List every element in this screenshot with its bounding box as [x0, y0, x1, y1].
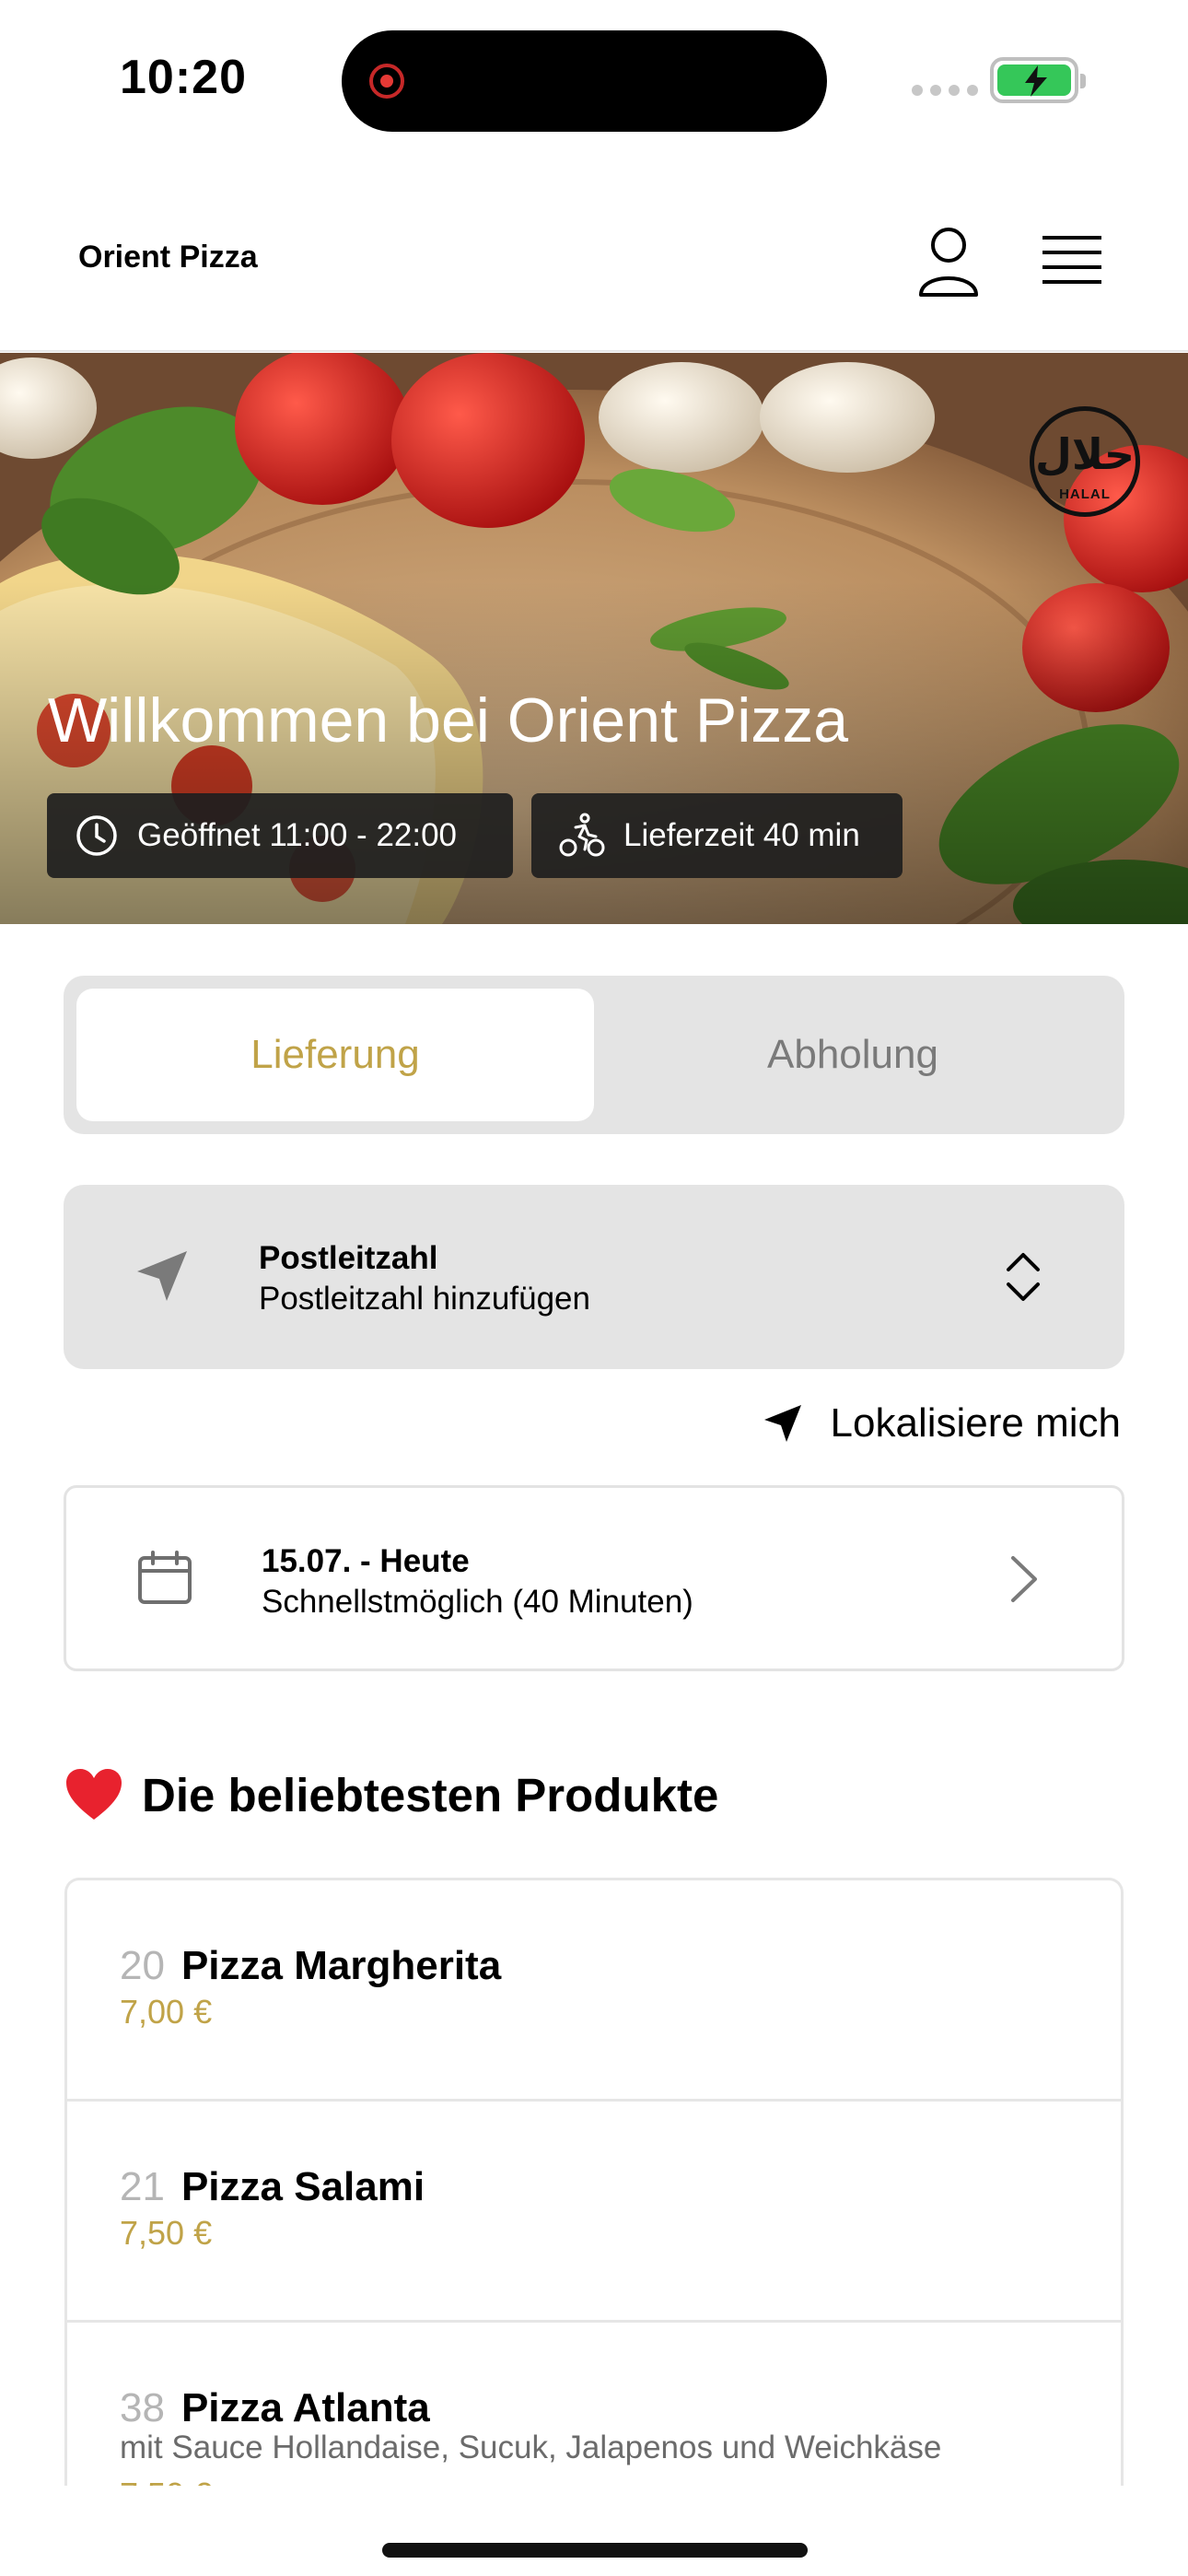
product-number: 20 — [120, 1943, 165, 1988]
product-price: 7,50 € — [120, 2214, 213, 2252]
status-bar: 10:20 — [0, 0, 1188, 157]
postal-code-placeholder: Postleitzahl hinzufügen — [259, 1281, 590, 1317]
postal-code-label: Postleitzahl — [259, 1240, 438, 1276]
delivery-tab[interactable]: Lieferung — [76, 989, 594, 1121]
calendar-icon — [138, 1551, 192, 1604]
product-name: Pizza Atlanta — [181, 2385, 430, 2430]
hero-banner: حلال HALAL Willkommen bei Orient Pizza G… — [0, 353, 1188, 924]
popular-products-title: Die beliebtesten Produkte — [64, 1767, 718, 1822]
locate-me-button[interactable]: Lokalisiere mich — [763, 1400, 1121, 1446]
clock-icon — [76, 815, 117, 856]
popular-products-heading: Die beliebtesten Produkte — [142, 1768, 719, 1821]
halal-badge: حلال HALAL — [1030, 406, 1140, 517]
product-description: mit Sauce Hollandaise, Sucuk, Jalapenos … — [120, 2430, 942, 2465]
halal-badge-text: HALAL — [1059, 486, 1111, 502]
delivery-time-text: Lieferzeit 40 min — [623, 817, 860, 853]
heart-icon — [66, 1769, 122, 1820]
popular-products-list: 20 Pizza Margherita 7,00 € 21 Pizza Salami… — [64, 1878, 1124, 2486]
product-name: Pizza Salami — [181, 2164, 425, 2209]
delivery-time-chip: Lieferzeit 40 min — [531, 793, 903, 878]
product-price: 7,00 € — [120, 1993, 213, 2031]
recording-indicator-icon — [369, 64, 404, 99]
brand-title[interactable]: Orient Pizza — [78, 240, 258, 275]
screen: 10:20 Orient Pizza حلال HALAL Willkommen… — [0, 0, 1188, 2576]
product-title: 38 Pizza Atlanta — [120, 2385, 430, 2431]
product-price: 7,50 € — [120, 2476, 212, 2486]
product-title: 20 Pizza Margherita — [120, 1943, 501, 1989]
halal-arabic-text: حلال — [1035, 430, 1135, 478]
bicycle-courier-icon — [559, 813, 605, 857]
opening-hours-chip: Geöffnet 11:00 - 22:00 — [47, 793, 513, 878]
user-account-icon[interactable] — [916, 225, 981, 299]
opening-hours-text: Geöffnet 11:00 - 22:00 — [137, 817, 458, 853]
locate-me-label: Lokalisiere mich — [830, 1400, 1121, 1446]
location-arrow-icon — [763, 1405, 801, 1442]
dynamic-island — [342, 30, 827, 132]
hamburger-menu-icon[interactable] — [1041, 230, 1105, 291]
pickup-tab[interactable]: Abholung — [594, 989, 1112, 1121]
hero-title: Willkommen bei Orient Pizza — [48, 685, 849, 755]
product-number: 21 — [120, 2164, 165, 2209]
battery-icon — [990, 57, 1086, 103]
app-header: Orient Pizza — [0, 184, 1188, 352]
status-time: 10:20 — [120, 51, 247, 104]
home-indicator[interactable] — [382, 2543, 808, 2558]
product-item[interactable]: 21 Pizza Salami 7,50 € — [67, 2102, 1121, 2323]
product-title: 21 Pizza Salami — [120, 2164, 425, 2210]
chevron-right-icon — [1011, 1556, 1037, 1602]
product-item[interactable]: 20 Pizza Margherita 7,00 € — [67, 1880, 1121, 2102]
location-arrow-icon — [137, 1251, 187, 1301]
chevron-up-down-icon — [1007, 1253, 1040, 1301]
postal-code-selector[interactable]: Postleitzahl Postleitzahl hinzufügen — [64, 1185, 1124, 1369]
delivery-date-label: 15.07. - Heute — [262, 1543, 470, 1579]
cellular-signal-icon — [912, 85, 978, 96]
delivery-date-sub: Schnellstmöglich (40 Minuten) — [262, 1584, 693, 1620]
product-number: 38 — [120, 2385, 165, 2430]
delivery-date-selector[interactable]: 15.07. - Heute Schnellstmöglich (40 Minu… — [64, 1485, 1124, 1671]
product-item[interactable]: 38 Pizza Atlanta mit Sauce Hollandaise, S… — [67, 2323, 1121, 2486]
product-name: Pizza Margherita — [181, 1943, 502, 1988]
order-mode-toggle: Lieferung Abholung — [64, 976, 1124, 1134]
